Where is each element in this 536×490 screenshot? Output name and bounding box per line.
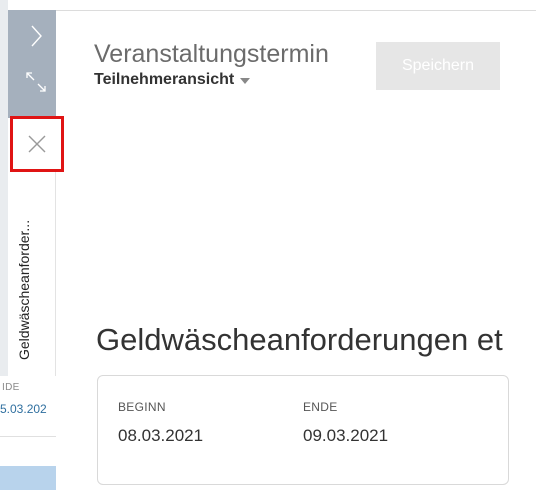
begin-label: BEGINN (118, 400, 166, 414)
save-button[interactable]: Speichern (376, 42, 500, 90)
record-heading: Geldwäscheanforderungen et (96, 322, 503, 357)
background-divider (0, 436, 56, 437)
panel-top-border (56, 10, 536, 11)
page-title: Veranstaltungstermin (94, 40, 329, 68)
begin-value: 08.03.2021 (118, 426, 204, 445)
view-selector-label: Teilnehmeransicht (94, 71, 235, 88)
background-field-value: 5.03.202 (0, 402, 47, 416)
background-row-highlight (0, 466, 56, 490)
caret-down-icon (240, 78, 251, 84)
chevron-right-icon[interactable] (24, 24, 48, 48)
date-card: BEGINN 08.03.2021 ENDE 09.03.2021 (97, 375, 509, 485)
background-record-fragment: IDE 5.03.202 (0, 376, 56, 466)
close-panel-button[interactable] (10, 116, 64, 172)
end-field: ENDE 09.03.2021 (303, 400, 388, 446)
begin-field: BEGINN 08.03.2021 (118, 400, 203, 446)
end-label: ENDE (303, 400, 338, 414)
end-value: 09.03.2021 (303, 426, 389, 445)
panel-vertical-title[interactable]: Geldwäscheanforder... (16, 220, 32, 360)
background-field-label: IDE (2, 382, 20, 393)
expand-icon[interactable] (24, 70, 48, 94)
close-icon (28, 135, 46, 153)
view-selector[interactable]: Teilnehmeransicht (94, 71, 251, 89)
